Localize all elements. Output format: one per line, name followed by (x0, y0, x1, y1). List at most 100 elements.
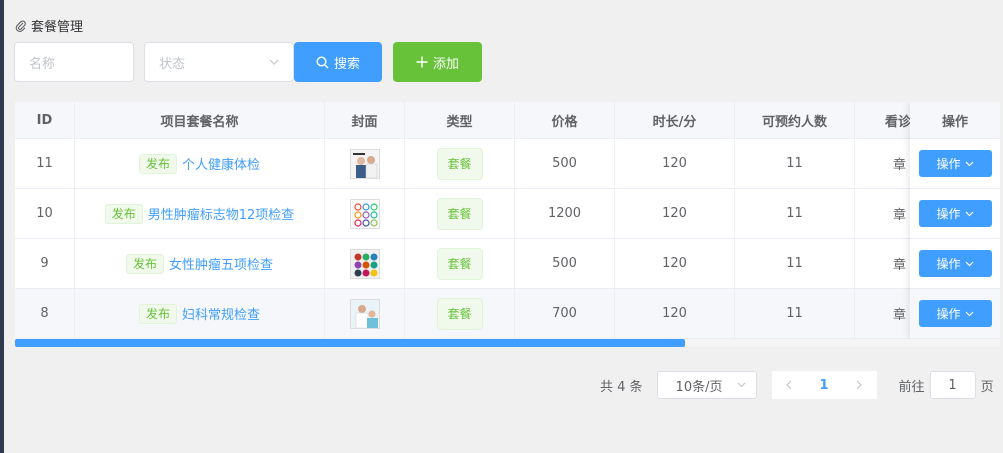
status-badge: 发布 (138, 303, 177, 324)
row-price: 1200 (515, 189, 615, 238)
chevron-right-icon (856, 380, 862, 390)
cover-thumbnail (349, 148, 380, 179)
search-label: 搜索 (333, 56, 360, 72)
goto-suffix: 页 (980, 379, 994, 395)
pagination: 共 4 条 10条/页 1 前往 1 页 (600, 371, 994, 399)
row-type-cell: 套餐 (405, 189, 515, 238)
chevron-down-icon (965, 261, 973, 266)
col-duration: 时长/分 (615, 102, 735, 138)
col-id: ID (15, 102, 75, 138)
action-cell: 操作 (910, 239, 1000, 289)
chevron-down-icon (269, 59, 279, 65)
action-cell: 操作 (910, 189, 1000, 239)
col-capacity: 可预约人数 (735, 102, 855, 138)
package-name-link[interactable]: 妇科常规检查 (182, 304, 260, 323)
page-size-select[interactable]: 10条/页 (656, 371, 757, 399)
status-badge: 发布 (138, 153, 177, 174)
status-badge: 发布 (125, 253, 164, 274)
status-placeholder: 状态 (159, 56, 186, 72)
row-name-cell: 发布 妇科常规检查 (75, 289, 325, 338)
add-label: 添加 (432, 56, 459, 72)
row-cover-cell (325, 239, 405, 288)
page-size-label: 10条/页 (675, 379, 723, 395)
row-id: 9 (15, 239, 75, 288)
row-duration: 120 (615, 139, 735, 188)
col-cover: 封面 (325, 102, 405, 138)
col-action: 操作 (910, 102, 1000, 139)
type-tag: 套餐 (436, 297, 483, 330)
col-type: 类型 (405, 102, 515, 138)
action-label: 操作 (936, 207, 961, 221)
col-name: 项目套餐名称 (75, 102, 325, 138)
filter-toolbar: 名称 状态 搜索 添加 (14, 42, 482, 82)
table-row: 10 发布 男性肿瘤标志物12项检查 套餐 1200 120 11 章 (15, 189, 1000, 239)
prev-page-button[interactable] (772, 371, 807, 399)
action-cell: 操作 (910, 139, 1000, 189)
cover-thumbnail (349, 298, 380, 329)
status-select[interactable]: 状态 (144, 42, 294, 82)
row-capacity: 11 (735, 289, 855, 338)
chevron-left-icon (786, 380, 792, 390)
row-name-cell: 发布 个人健康体检 (75, 139, 325, 188)
row-type-cell: 套餐 (405, 239, 515, 288)
name-input[interactable]: 名称 (14, 42, 134, 82)
row-capacity: 11 (735, 139, 855, 188)
sidebar-edge (0, 0, 4, 453)
package-name-link[interactable]: 个人健康体检 (182, 154, 260, 173)
name-placeholder: 名称 (29, 56, 56, 72)
type-tag: 套餐 (436, 147, 483, 180)
row-price: 500 (515, 239, 615, 288)
add-button[interactable]: 添加 (393, 42, 482, 82)
goto-label: 前往 (898, 379, 925, 395)
chevron-down-icon (965, 161, 973, 166)
row-type-cell: 套餐 (405, 139, 515, 188)
table-row: 8 发布 妇科常规检查 套餐 700 120 11 章 (15, 289, 1000, 339)
goto-page: 前往 1 页 (899, 371, 994, 399)
row-price: 500 (515, 139, 615, 188)
page-number-current[interactable]: 1 (807, 371, 842, 399)
row-id: 10 (15, 189, 75, 238)
action-dropdown-button[interactable]: 操作 (918, 250, 992, 277)
table-header: ID 项目套餐名称 封面 类型 价格 时长/分 可预约人数 看诊 (15, 102, 1000, 139)
row-type-cell: 套餐 (405, 289, 515, 338)
action-label: 操作 (936, 257, 961, 271)
row-id: 8 (15, 289, 75, 338)
type-tag: 套餐 (436, 247, 483, 280)
scrollbar-thumb[interactable] (15, 339, 685, 347)
next-page-button[interactable] (842, 371, 877, 399)
action-dropdown-button[interactable]: 操作 (918, 150, 992, 177)
cover-thumbnail (349, 248, 380, 279)
type-tag: 套餐 (436, 197, 483, 230)
row-duration: 120 (615, 239, 735, 288)
action-dropdown-button[interactable]: 操作 (918, 300, 992, 327)
action-label: 操作 (936, 307, 961, 321)
action-dropdown-button[interactable]: 操作 (918, 200, 992, 227)
row-id: 11 (15, 139, 75, 188)
page-title: 套餐管理 (31, 20, 84, 35)
horizontal-scrollbar[interactable] (15, 339, 1000, 347)
row-cover-cell (325, 189, 405, 238)
row-price: 700 (515, 289, 615, 338)
action-cell: 操作 (910, 289, 1000, 339)
package-table: ID 项目套餐名称 封面 类型 价格 时长/分 可预约人数 看诊 11 发布 个… (15, 102, 1000, 347)
col-price: 价格 (515, 102, 615, 138)
page-nav: 1 (771, 371, 877, 399)
row-duration: 120 (615, 189, 735, 238)
search-icon (316, 55, 329, 68)
plus-icon (416, 56, 428, 68)
chevron-down-icon (965, 311, 973, 316)
row-capacity: 11 (735, 239, 855, 288)
search-button[interactable]: 搜索 (294, 42, 382, 82)
fixed-action-column: 操作 操作 操作 操作 操作 (910, 102, 1000, 339)
table-row: 9 发布 女性肿瘤五项检查 套餐 500 120 11 章 (15, 239, 1000, 289)
row-duration: 120 (615, 289, 735, 338)
package-name-link[interactable]: 女性肿瘤五项检查 (169, 254, 273, 273)
total-count: 共 4 条 (600, 379, 643, 395)
table-row: 11 发布 个人健康体检 套餐 500 120 11 章 (15, 139, 1000, 189)
breadcrumb: 套餐管理 (15, 16, 83, 35)
chevron-down-icon (737, 382, 745, 388)
goto-page-input[interactable]: 1 (929, 371, 976, 399)
row-cover-cell (325, 139, 405, 188)
package-name-link[interactable]: 男性肿瘤标志物12项检查 (148, 204, 295, 223)
row-capacity: 11 (735, 189, 855, 238)
